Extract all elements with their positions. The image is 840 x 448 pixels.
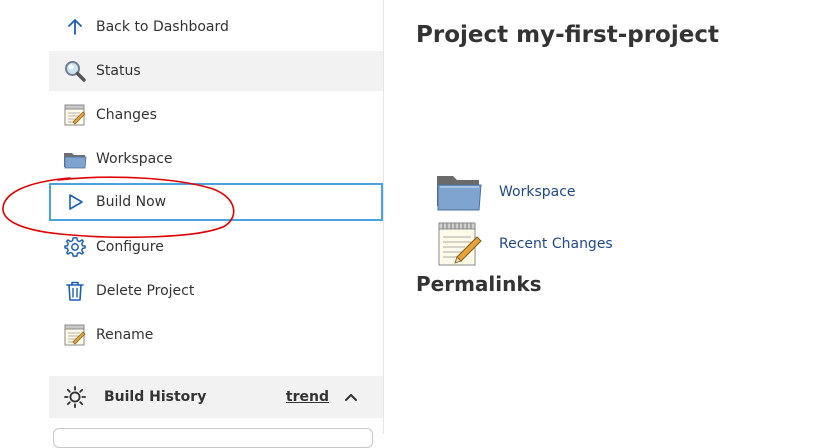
sidebar-item-label: Workspace — [96, 151, 173, 167]
sidebar-item-label: Configure — [96, 239, 164, 255]
main-link-label: Workspace — [499, 184, 576, 200]
chevron-up-icon[interactable] — [341, 387, 361, 407]
notepad-icon — [434, 221, 484, 267]
sidebar-item-label: Status — [96, 63, 141, 79]
sidebar-item-back-to-dashboard[interactable]: Back to Dashboard — [49, 7, 383, 47]
build-history-header: Build History trend — [49, 376, 383, 418]
notepad-icon — [63, 103, 87, 127]
sidebar-divider — [383, 0, 384, 434]
trash-icon — [63, 279, 87, 303]
build-history-title: Build History — [104, 389, 207, 405]
sidebar-item-label: Delete Project — [96, 283, 195, 299]
main-panel: Project my-first-project Workspace Recen… — [416, 0, 840, 434]
sidebar-item-workspace[interactable]: Workspace — [49, 139, 383, 179]
sidebar-item-status[interactable]: Status — [49, 51, 383, 91]
sidebar-item-rename[interactable]: Rename — [49, 315, 383, 355]
sidebar-item-build-now[interactable]: Build Now — [49, 183, 383, 221]
build-history-icon — [63, 385, 87, 409]
main-link-recent-changes[interactable]: Recent Changes — [434, 221, 613, 267]
sidebar-item-label: Build Now — [96, 194, 167, 210]
magnifier-icon — [63, 59, 87, 83]
sidebar-item-label: Rename — [96, 327, 154, 343]
folder-icon — [434, 169, 484, 215]
sidebar-item-label: Changes — [96, 107, 157, 123]
sidebar-item-delete-project[interactable]: Delete Project — [49, 271, 383, 311]
page-title: Project my-first-project — [416, 22, 719, 48]
main-link-workspace[interactable]: Workspace — [434, 169, 576, 215]
main-link-label: Recent Changes — [499, 236, 613, 252]
arrow-up-icon — [63, 15, 87, 39]
notepad-icon — [63, 323, 87, 347]
build-history-filter-input[interactable] — [53, 428, 373, 448]
trend-link[interactable]: trend — [286, 389, 329, 405]
sidebar: Back to Dashboard Status Changes Workspa… — [49, 0, 383, 448]
sidebar-item-configure[interactable]: Configure — [49, 227, 383, 267]
folder-icon — [63, 147, 87, 171]
gear-icon — [63, 235, 87, 259]
permalinks-heading: Permalinks — [416, 272, 542, 296]
sidebar-item-label: Back to Dashboard — [96, 19, 229, 35]
sidebar-item-changes[interactable]: Changes — [49, 95, 383, 135]
play-icon — [63, 190, 87, 214]
